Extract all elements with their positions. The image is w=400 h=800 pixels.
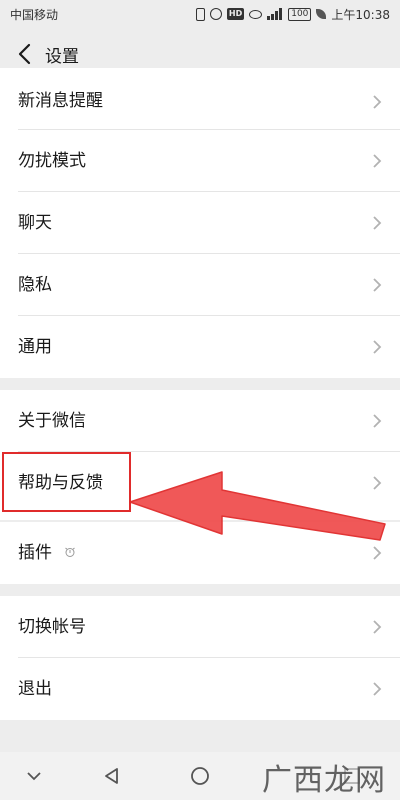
plugin-bell-icon [65, 547, 75, 557]
leaf-icon [316, 9, 327, 19]
settings-row-do-not-disturb[interactable]: 勿扰模式 [0, 130, 400, 192]
chevron-right-icon [373, 546, 382, 560]
status-icons: HD 100 上午10:38 [195, 6, 390, 22]
settings-group-plugins: 插件 [0, 522, 400, 584]
status-bar: 中国移动 HD 100 上午10:38 [0, 0, 400, 28]
row-label: 切换帐号 [18, 617, 86, 637]
eye-icon [249, 9, 263, 19]
signal-icon [267, 8, 283, 20]
chevron-right-icon [373, 278, 382, 292]
back-triangle-icon[interactable] [100, 764, 124, 788]
page-title: 设置 [45, 47, 79, 67]
clock-time: 上午10:38 [331, 7, 390, 22]
chevron-right-icon [373, 620, 382, 634]
chevron-right-icon [373, 154, 382, 168]
settings-group-main: 新消息提醒 勿扰模式 聊天 隐私 通用 [0, 68, 400, 378]
chevron-right-icon [373, 95, 382, 109]
hd-icon: HD [226, 8, 245, 20]
row-label: 通用 [18, 337, 52, 357]
settings-row-general[interactable]: 通用 [0, 316, 400, 378]
chevron-right-icon [373, 414, 382, 428]
carrier-name: 中国移动 [10, 8, 59, 22]
settings-row-switch-account[interactable]: 切换帐号 [0, 596, 400, 658]
watermark-text: 广西龙网 [262, 763, 386, 798]
row-label: 新消息提醒 [18, 91, 103, 111]
highlight-box [2, 452, 131, 512]
row-label: 关于微信 [18, 411, 86, 431]
vibrate-icon [195, 7, 205, 21]
chevron-right-icon [373, 682, 382, 696]
row-label: 聊天 [18, 213, 52, 233]
collapse-chevron-icon[interactable] [22, 764, 46, 788]
home-circle-icon[interactable] [188, 764, 212, 788]
settings-row-privacy[interactable]: 隐私 [0, 254, 400, 316]
row-label: 插件 [18, 543, 52, 563]
chevron-right-icon [373, 216, 382, 230]
row-label: 勿扰模式 [18, 151, 86, 171]
row-label: 隐私 [18, 275, 52, 295]
settings-group-account: 切换帐号 退出 [0, 596, 400, 720]
watermark-logo: 广西龙网 [262, 755, 386, 799]
settings-row-new-message[interactable]: 新消息提醒 [0, 68, 400, 130]
settings-row-logout[interactable]: 退出 [0, 658, 400, 720]
chevron-right-icon [373, 476, 382, 490]
settings-row-about-wechat[interactable]: 关于微信 [0, 390, 400, 452]
back-arrow-icon[interactable] [14, 40, 38, 68]
alarm-icon [209, 8, 222, 20]
chevron-right-icon [373, 340, 382, 354]
settings-row-plugins[interactable]: 插件 [0, 522, 400, 584]
row-label: 退出 [18, 679, 52, 699]
settings-row-chat[interactable]: 聊天 [0, 192, 400, 254]
battery-icon: 100 [288, 7, 312, 21]
